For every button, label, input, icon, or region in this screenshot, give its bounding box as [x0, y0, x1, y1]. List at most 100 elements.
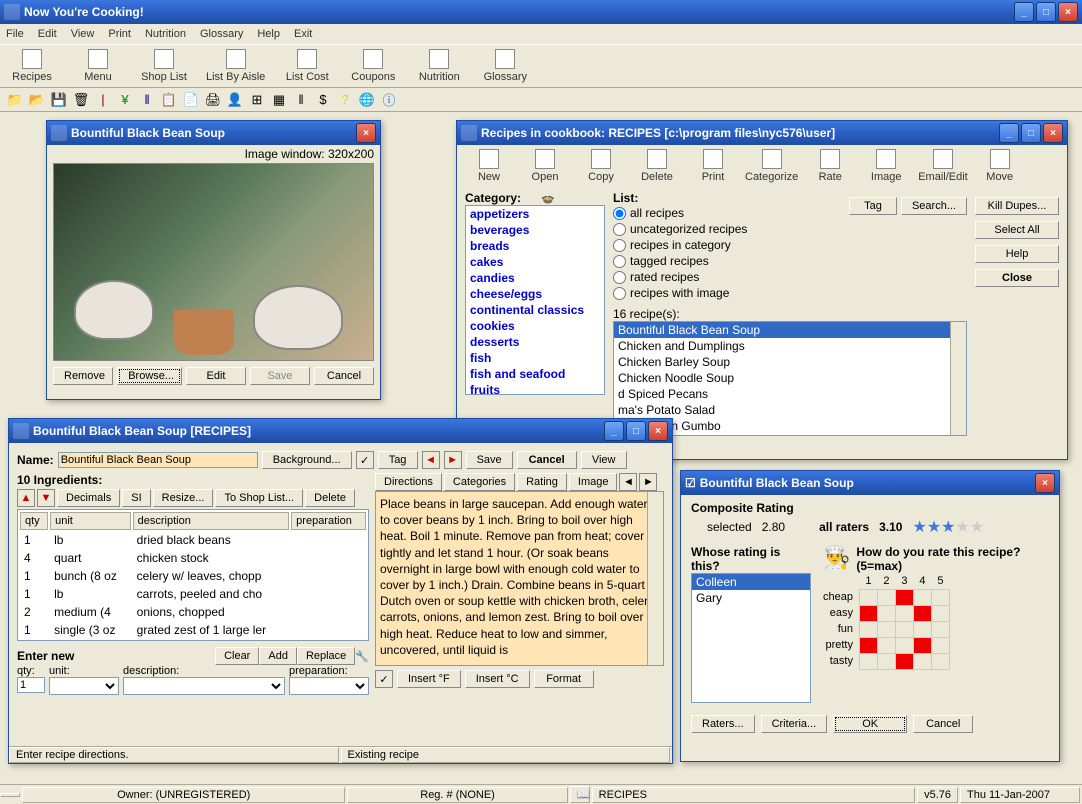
down-icon[interactable]: ▼ [37, 489, 55, 507]
ingredient-row[interactable]: 1lbcarrots, peeled and cho [20, 586, 366, 602]
rating-cell[interactable] [913, 589, 931, 605]
next-icon[interactable]: ► [444, 451, 462, 469]
editor-minimize[interactable]: _ [604, 421, 624, 441]
tb-person-icon[interactable]: 👤 [226, 91, 244, 109]
category-item[interactable]: appetizers [466, 206, 604, 222]
close-button[interactable]: Close [975, 269, 1059, 287]
format-button[interactable]: Format [534, 670, 594, 688]
toolbar-glossary[interactable]: Glossary [481, 49, 529, 83]
filter-uncategorized-recipes[interactable]: uncategorized recipes [613, 221, 849, 237]
ok-button[interactable]: OK [833, 715, 907, 733]
rating-cell[interactable] [913, 637, 931, 653]
recipe-item[interactable]: Chicken and Dumplings [614, 338, 966, 354]
toolbar-nutrition[interactable]: Nutrition [415, 49, 463, 83]
menu-view[interactable]: View [71, 28, 95, 40]
rating-cell[interactable] [931, 653, 949, 669]
selectall-button[interactable]: Select All [975, 221, 1059, 239]
menu-exit[interactable]: Exit [294, 28, 312, 40]
rating-cell[interactable] [895, 621, 913, 637]
tb-dollar-icon[interactable]: $ [314, 91, 332, 109]
browse-button[interactable]: Browse... [117, 367, 182, 385]
rating-cell[interactable] [931, 605, 949, 621]
desc-select[interactable] [123, 677, 285, 695]
cb-toolbar-copy[interactable]: Copy [577, 149, 625, 183]
filter-tagged-recipes[interactable]: tagged recipes [613, 253, 849, 269]
edit-button[interactable]: Edit [186, 367, 246, 385]
tools-icon[interactable]: 🔧 [355, 650, 369, 663]
rating-cell[interactable] [859, 589, 877, 605]
prep-select[interactable] [289, 677, 369, 695]
view-button[interactable]: View [581, 451, 627, 469]
directions-text[interactable]: Place beans in large saucepan. Add enoug… [375, 491, 664, 666]
tb-open-icon[interactable]: 📂 [28, 91, 46, 109]
category-item[interactable]: beverages [466, 222, 604, 238]
tb-bar1-icon[interactable]: | [94, 91, 112, 109]
tab-categories[interactable]: Categories [444, 473, 515, 491]
menu-print[interactable]: Print [108, 28, 131, 40]
filter-all-recipes[interactable]: all recipes [613, 205, 849, 221]
ingredient-row[interactable]: 1lbdried black beans [20, 532, 366, 548]
tb-folder-icon[interactable]: 📁 [6, 91, 24, 109]
search-button[interactable]: Search... [901, 197, 967, 215]
add-button[interactable]: Add [259, 647, 297, 665]
tb-delete-icon[interactable]: 🗑 [72, 91, 90, 109]
tb-calc-icon[interactable]: ⊞ [248, 91, 266, 109]
toshop-button[interactable]: To Shop List... [215, 489, 303, 507]
cb-toolbar-image[interactable]: Image [862, 149, 910, 183]
recipe-item[interactable]: d Spiced Pecans [614, 386, 966, 402]
ingredient-row[interactable]: 2medium (4onions, chopped [20, 604, 366, 620]
category-item[interactable]: fruits [466, 382, 604, 395]
rating-close[interactable]: × [1035, 473, 1055, 493]
category-item[interactable]: fish and seafood [466, 366, 604, 382]
menu-edit[interactable]: Edit [38, 28, 57, 40]
rating-cell[interactable] [877, 637, 895, 653]
recipe-item[interactable]: Bountiful Black Bean Soup [614, 322, 966, 338]
tb-help-icon[interactable]: ? [336, 91, 354, 109]
tag-button[interactable]: Tag [378, 451, 418, 469]
menu-nutrition[interactable]: Nutrition [145, 28, 186, 40]
tag-button[interactable]: Tag [849, 197, 897, 215]
prev-icon[interactable]: ◄ [422, 451, 440, 469]
help-button[interactable]: Help [975, 245, 1059, 263]
rating-cell[interactable] [877, 589, 895, 605]
tb-paste-icon[interactable]: 📄 [182, 91, 200, 109]
category-item[interactable]: breads [466, 238, 604, 254]
ingredient-row[interactable]: 1single (3 ozgrated zest of 1 large ler [20, 622, 366, 638]
cb-toolbar-email-edit[interactable]: Email/Edit [918, 149, 968, 183]
category-list[interactable]: appetizersbeveragesbreadscakescandiesche… [465, 205, 605, 395]
insertf-button[interactable]: Insert °F [397, 670, 461, 688]
toolbar-shop-list[interactable]: Shop List [140, 49, 188, 83]
menu-glossary[interactable]: Glossary [200, 28, 243, 40]
rating-cell[interactable] [877, 605, 895, 621]
toolbar-list-by-aisle[interactable]: List By Aisle [206, 49, 265, 83]
directions-scrollbar[interactable] [647, 492, 663, 665]
cookbook-close[interactable]: × [1043, 123, 1063, 143]
category-item[interactable]: candies [466, 270, 604, 286]
unit-select[interactable] [49, 677, 119, 695]
cancel-button[interactable]: Cancel [314, 367, 374, 385]
cb-toolbar-categorize[interactable]: Categorize [745, 149, 798, 183]
rating-cell[interactable] [895, 589, 913, 605]
spellcheck-icon[interactable]: ✓ [356, 451, 374, 469]
name-input[interactable] [58, 452, 258, 468]
rating-cell[interactable] [913, 653, 931, 669]
tb-print-icon[interactable]: 🖨 [204, 91, 222, 109]
delete-button[interactable]: Delete [305, 489, 355, 507]
rating-cell[interactable] [859, 653, 877, 669]
category-item[interactable]: cookies [466, 318, 604, 334]
recipe-item[interactable]: Chicken Barley Soup [614, 354, 966, 370]
filter-rated-recipes[interactable]: rated recipes [613, 269, 849, 285]
cancel-button[interactable]: Cancel [913, 715, 973, 733]
tb-info-icon[interactable]: ⓘ [380, 91, 398, 109]
cb-toolbar-move[interactable]: Move [976, 149, 1024, 183]
cancel-button[interactable]: Cancel [517, 451, 577, 469]
app-minimize[interactable]: _ [1014, 2, 1034, 22]
rater-item[interactable]: Gary [692, 590, 810, 606]
imgwin-close[interactable]: × [356, 123, 376, 143]
tab-next-icon[interactable]: ► [639, 473, 657, 491]
app-maximize[interactable]: □ [1036, 2, 1056, 22]
tab-prev-icon[interactable]: ◄ [619, 473, 637, 491]
background-button[interactable]: Background... [262, 451, 352, 469]
category-item[interactable]: desserts [466, 334, 604, 350]
tb-save-icon[interactable]: 💾 [50, 91, 68, 109]
